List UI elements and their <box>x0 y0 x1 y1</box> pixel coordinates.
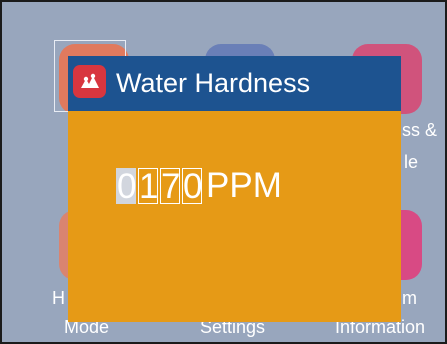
tile-label-le: le <box>404 152 419 172</box>
hardness-icon <box>73 65 106 98</box>
dialog-header: Water Hardness <box>68 56 401 111</box>
tile-label-m: m <box>402 288 417 308</box>
digit-4[interactable]: 0 <box>182 168 202 205</box>
hardness-value-editor[interactable]: 0 1 7 0 PPM <box>116 164 282 205</box>
device-screen: ss & le H m Mode Settings Information Wa… <box>0 0 447 344</box>
unit-label: PPM <box>206 166 282 205</box>
water-hardness-dialog: Water Hardness 0 1 7 0 PPM <box>68 56 401 322</box>
tile-label-ss: ss & <box>402 120 438 140</box>
tile-label-h: H <box>52 288 65 308</box>
digit-2[interactable]: 1 <box>138 168 158 205</box>
digit-1[interactable]: 0 <box>116 168 136 205</box>
digit-3[interactable]: 7 <box>160 168 180 205</box>
dialog-title: Water Hardness <box>116 68 311 98</box>
